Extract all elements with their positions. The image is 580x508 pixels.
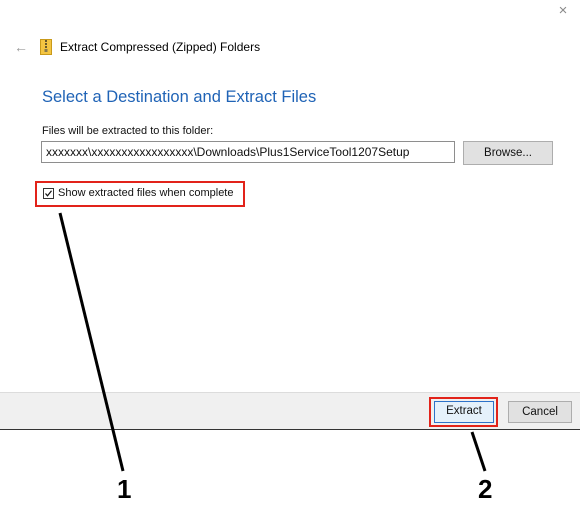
callout-line-1 [58,212,125,472]
callout-number-1: 1 [117,474,132,504]
callout-lines [58,212,487,472]
callout-line-2 [470,431,487,472]
callout-number-2: 2 [478,474,493,504]
